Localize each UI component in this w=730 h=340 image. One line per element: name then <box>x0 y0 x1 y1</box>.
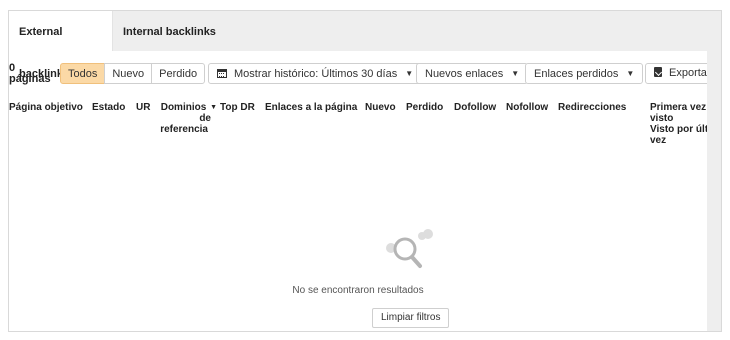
chevron-down-icon: ▼ <box>626 69 635 78</box>
column-header-status[interactable]: Estado <box>92 102 125 113</box>
chevron-down-icon: ▼ <box>405 69 414 78</box>
history-dropdown-label: Mostrar histórico: Últimos 30 días <box>234 68 398 80</box>
empty-state-message: No se encontraron resultados <box>292 285 424 296</box>
column-header-first-last-seen[interactable]: Primera vez visto Visto por últi vez <box>650 102 708 146</box>
pages-count-label: páginas <box>9 73 51 85</box>
column-header-last-seen-line1: Visto por últi <box>650 124 708 135</box>
tab-external-backlinks[interactable]: External backlinks <box>9 11 113 80</box>
column-header-ur[interactable]: UR <box>136 102 150 113</box>
download-icon <box>654 67 662 77</box>
tab-internal-backlinks[interactable]: Internal backlinks <box>113 11 226 51</box>
column-header-new[interactable]: Nuevo <box>365 102 396 113</box>
column-header-top-dr[interactable]: Top DR <box>220 102 255 113</box>
column-header-redirects[interactable]: Redirecciones <box>558 102 626 113</box>
clear-filters-button[interactable]: Limpiar filtros <box>372 308 450 328</box>
filter-lost-button[interactable]: Perdido <box>151 63 206 84</box>
pages-count: 0 páginas <box>9 63 59 85</box>
tab-bar: External backlinks Internal backlinks <box>9 11 721 80</box>
history-dropdown[interactable]: Mostrar histórico: Últimos 30 días ▼ <box>208 63 423 84</box>
lost-links-dropdown-label: Enlaces perdidos <box>534 68 619 80</box>
chevron-down-icon: ▼ <box>511 69 520 78</box>
column-header-referring-domains-line2: de <box>199 113 211 124</box>
vertical-scrollbar[interactable] <box>707 51 721 331</box>
column-header-referring-domains[interactable]: Dominios ▼ de referencia <box>159 102 217 135</box>
column-header-first-seen-line1: Primera vez <box>650 102 707 113</box>
filter-all-button[interactable]: Todos <box>60 63 106 84</box>
export-label: Exportar <box>669 67 711 79</box>
column-header-first-seen-line2: visto <box>650 113 674 124</box>
filter-new-button[interactable]: Nuevo <box>104 63 153 84</box>
backlinks-panel: External backlinks Internal backlinks 0 … <box>8 10 722 332</box>
tab-content: 0 páginas Todos Nuevo Perdido Mostrar hi… <box>9 51 720 331</box>
column-header-target-page[interactable]: Página objetivo <box>9 102 83 113</box>
new-links-dropdown-label: Nuevos enlaces <box>425 68 504 80</box>
sort-desc-icon: ▼ <box>210 104 217 111</box>
calendar-icon <box>217 69 227 78</box>
status-filter-group: Todos Nuevo Perdido <box>60 63 206 84</box>
new-links-dropdown[interactable]: Nuevos enlaces ▼ <box>416 63 529 84</box>
lost-links-dropdown[interactable]: Enlaces perdidos ▼ <box>525 63 644 84</box>
column-header-last-seen-line2: vez <box>650 135 667 146</box>
column-header-referring-domains-line1: Dominios ▼ <box>160 102 217 113</box>
column-header-referring-domains-line3: referencia <box>160 124 208 135</box>
column-header-dofollow[interactable]: Dofollow <box>454 102 496 113</box>
column-header-links-to-page[interactable]: Enlaces a la página <box>265 102 357 113</box>
search-icon <box>386 229 433 268</box>
column-header-lost[interactable]: Perdido <box>406 102 443 113</box>
column-header-nofollow[interactable]: Nofollow <box>506 102 548 113</box>
